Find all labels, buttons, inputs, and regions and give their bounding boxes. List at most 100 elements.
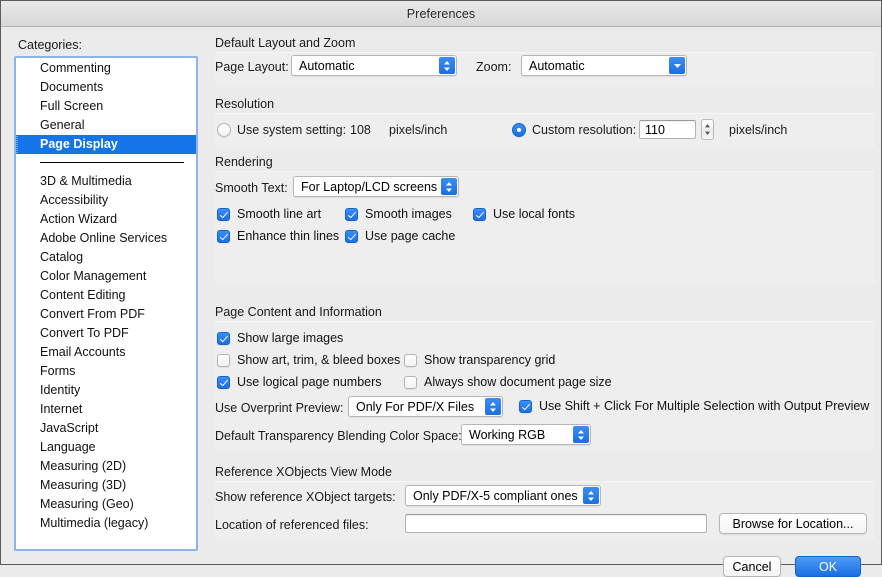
- cancel-button[interactable]: Cancel: [723, 556, 781, 577]
- system-resolution-value: 108: [350, 122, 371, 138]
- settings-pane: Default Layout and Zoom Page Layout: Aut…: [209, 27, 881, 564]
- smooth-text-label: Smooth Text:: [215, 180, 288, 196]
- checkbox-box: [519, 400, 532, 413]
- checkbox-label: Smooth images: [365, 207, 452, 221]
- categories-list-bottom: 3D & Multimedia Accessibility Action Wiz…: [16, 171, 196, 533]
- sidebar-item-page-display[interactable]: Page Display: [16, 135, 196, 154]
- sidebar-item-general[interactable]: General: [16, 116, 196, 135]
- chevron-updown-icon: [439, 57, 455, 74]
- checkbox-box: [217, 376, 230, 389]
- checkbox-box: [404, 376, 417, 389]
- sidebar-item-forms[interactable]: Forms: [16, 362, 196, 381]
- chevron-down-icon: [669, 57, 685, 74]
- sidebar-item-catalog[interactable]: Catalog: [16, 248, 196, 267]
- reference-xobject-targets-dropdown[interactable]: Only PDF/X-5 compliant ones: [405, 485, 601, 506]
- sidebar-item-content-editing[interactable]: Content Editing: [16, 286, 196, 305]
- checkbox-smooth-images[interactable]: Smooth images: [345, 207, 452, 221]
- radio-use-system-setting[interactable]: [217, 123, 231, 137]
- overprint-preview-label: Use Overprint Preview:: [215, 400, 344, 416]
- checkbox-always-show-document-page-size[interactable]: Always show document page size: [404, 375, 612, 389]
- custom-resolution-units: pixels/inch: [729, 122, 787, 138]
- use-system-setting-label: Use system setting:: [237, 122, 346, 138]
- page-layout-value: Automatic: [292, 59, 439, 73]
- checkbox-label: Show transparency grid: [424, 353, 555, 367]
- checkbox-label: Use local fonts: [493, 207, 575, 221]
- sidebar-item-action-wizard[interactable]: Action Wizard: [16, 210, 196, 229]
- checkbox-label: Show art, trim, & bleed boxes: [237, 353, 400, 367]
- overprint-preview-dropdown[interactable]: Only For PDF/X Files: [348, 396, 503, 417]
- smooth-text-dropdown[interactable]: For Laptop/LCD screens: [293, 176, 459, 197]
- categories-list-box[interactable]: Commenting Documents Full Screen General…: [14, 56, 198, 551]
- smooth-text-value: For Laptop/LCD screens: [294, 180, 441, 194]
- zoom-label: Zoom:: [476, 59, 511, 75]
- preferences-window: Preferences Categories: Commenting Docum…: [0, 0, 882, 565]
- blending-color-space-label: Default Transparency Blending Color Spac…: [215, 428, 462, 444]
- checkbox-label: Use logical page numbers: [237, 375, 382, 389]
- checkbox-use-page-cache[interactable]: Use page cache: [345, 229, 455, 243]
- custom-resolution-input[interactable]: 110: [639, 120, 696, 139]
- page-layout-label: Page Layout:: [215, 59, 289, 75]
- checkbox-box: [217, 332, 230, 345]
- chevron-updown-icon: [485, 398, 501, 415]
- sidebar-item-multimedia-legacy[interactable]: Multimedia (legacy): [16, 514, 196, 533]
- zoom-dropdown[interactable]: Automatic: [521, 55, 687, 76]
- section-title-rendering: Rendering: [215, 155, 273, 169]
- checkbox-box: [473, 208, 486, 221]
- checkbox-use-local-fonts[interactable]: Use local fonts: [473, 207, 575, 221]
- sidebar-item-full-screen[interactable]: Full Screen: [16, 97, 196, 116]
- checkbox-label: Smooth line art: [237, 207, 321, 221]
- custom-resolution-value: 110: [645, 123, 665, 137]
- radio-custom-resolution[interactable]: [512, 123, 526, 137]
- checkbox-use-logical-page-numbers[interactable]: Use logical page numbers: [217, 375, 382, 389]
- checkbox-smooth-line-art[interactable]: Smooth line art: [217, 207, 321, 221]
- sidebar-item-commenting[interactable]: Commenting: [16, 59, 196, 78]
- chevron-updown-icon: [573, 426, 589, 443]
- checkbox-show-transparency-grid[interactable]: Show transparency grid: [404, 353, 555, 367]
- sidebar-item-measuring-3d[interactable]: Measuring (3D): [16, 476, 196, 495]
- sidebar-item-convert-from-pdf[interactable]: Convert From PDF: [16, 305, 196, 324]
- sidebar-item-email-accounts[interactable]: Email Accounts: [16, 343, 196, 362]
- checkbox-show-art-trim-bleed-boxes[interactable]: Show art, trim, & bleed boxes: [217, 353, 400, 367]
- custom-resolution-stepper[interactable]: [701, 119, 714, 140]
- ok-button[interactable]: OK: [795, 556, 861, 577]
- sidebar-item-accessibility[interactable]: Accessibility: [16, 191, 196, 210]
- checkbox-box: [404, 354, 417, 367]
- categories-sidebar: Categories: Commenting Documents Full Sc…: [1, 27, 209, 564]
- reference-xobject-targets-label: Show reference XObject targets:: [215, 489, 396, 505]
- sidebar-item-documents[interactable]: Documents: [16, 78, 196, 97]
- sidebar-item-javascript[interactable]: JavaScript: [16, 419, 196, 438]
- checkbox-use-shift-click-multiple-selection[interactable]: Use Shift + Click For Multiple Selection…: [519, 399, 869, 413]
- checkbox-enhance-thin-lines[interactable]: Enhance thin lines: [217, 229, 339, 243]
- section-title-resolution: Resolution: [215, 97, 274, 111]
- sidebar-item-convert-to-pdf[interactable]: Convert To PDF: [16, 324, 196, 343]
- blending-color-space-value: Working RGB: [462, 428, 573, 442]
- categories-label: Categories:: [18, 38, 82, 52]
- sidebar-item-3d-multimedia[interactable]: 3D & Multimedia: [16, 172, 196, 191]
- page-layout-dropdown[interactable]: Automatic: [291, 55, 457, 76]
- sidebar-item-measuring-2d[interactable]: Measuring (2D): [16, 457, 196, 476]
- checkbox-label: Use page cache: [365, 229, 455, 243]
- window-title: Preferences: [407, 7, 476, 21]
- sidebar-item-identity[interactable]: Identity: [16, 381, 196, 400]
- zoom-value: Automatic: [522, 59, 669, 73]
- checkbox-show-large-images[interactable]: Show large images: [217, 331, 343, 345]
- blending-color-space-dropdown[interactable]: Working RGB: [461, 424, 591, 445]
- reference-xobject-targets-value: Only PDF/X-5 compliant ones: [406, 489, 583, 503]
- checkbox-box: [217, 354, 230, 367]
- checkbox-label: Use Shift + Click For Multiple Selection…: [539, 399, 869, 413]
- custom-resolution-label: Custom resolution:: [532, 122, 636, 138]
- categories-list-top: Commenting Documents Full Screen General…: [16, 58, 196, 154]
- overprint-preview-value: Only For PDF/X Files: [349, 400, 485, 414]
- section-title-reference-xobjects-view-mode: Reference XObjects View Mode: [215, 465, 392, 479]
- sidebar-item-language[interactable]: Language: [16, 438, 196, 457]
- location-of-referenced-files-input[interactable]: [405, 514, 707, 533]
- checkbox-box: [345, 208, 358, 221]
- sidebar-item-color-management[interactable]: Color Management: [16, 267, 196, 286]
- chevron-updown-icon: [441, 178, 457, 195]
- browse-for-location-button[interactable]: Browse for Location...: [719, 513, 867, 534]
- system-resolution-units: pixels/inch: [389, 122, 447, 138]
- sidebar-item-measuring-geo[interactable]: Measuring (Geo): [16, 495, 196, 514]
- checkbox-label: Always show document page size: [424, 375, 612, 389]
- sidebar-item-adobe-online-services[interactable]: Adobe Online Services: [16, 229, 196, 248]
- sidebar-item-internet[interactable]: Internet: [16, 400, 196, 419]
